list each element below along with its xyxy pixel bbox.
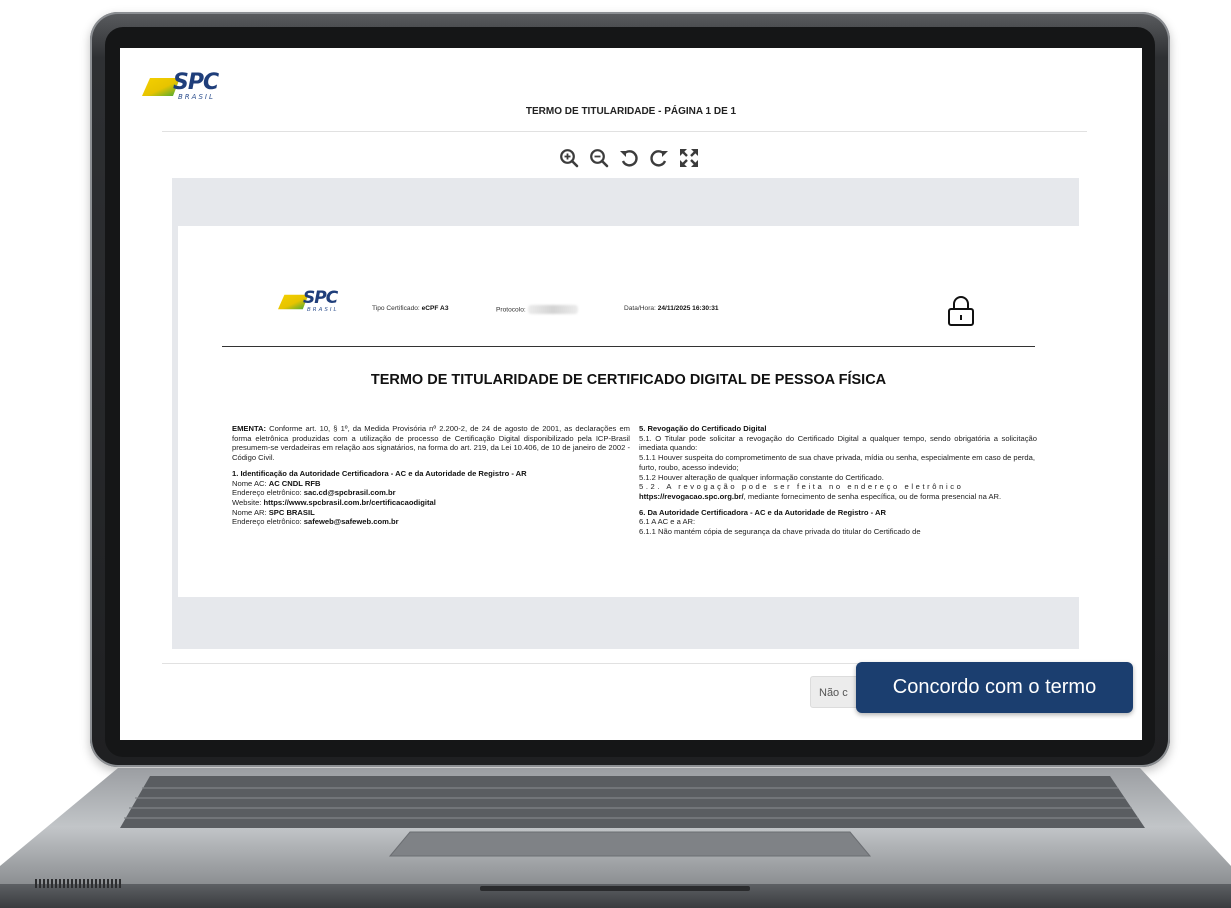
protocol-label: Protocolo: (496, 306, 526, 314)
page-title: TERMO DE TITULARIDADE - PÁGINA 1 DE 1 (525, 106, 737, 117)
section-6-1: 6.1 A AC e a AR: (639, 517, 696, 527)
section-5-2: 5.2. A revogação pode ser feita no ender… (639, 482, 1002, 501)
section-5-1: 5.1. O Titular pode solicitar a revogaçã… (639, 433, 1037, 453)
datetime-label: Data/Hora: (624, 305, 658, 312)
zoom-out-icon[interactable] (586, 145, 612, 171)
protocol-value-redacted (527, 305, 578, 314)
accept-terms-button[interactable]: Concordo com o termo (856, 662, 1133, 713)
document-title: TERMO DE TITULARIDADE DE CERTIFICADO DIG… (370, 372, 887, 388)
section-1-title: 1. Identificação da Autoridade Certifica… (232, 468, 527, 478)
fullscreen-icon[interactable] (676, 145, 702, 171)
document-left-column: EMENTA: Conforme art. 10, § 1º, da Medid… (232, 424, 630, 527)
zoom-in-icon[interactable] (556, 145, 582, 171)
email-ac: Endereço eletrônico: sac.cd@spcbrasil.co… (232, 488, 396, 498)
datetime: Data/Hora: 24/11/2025 16:30:31 (624, 305, 719, 312)
laptop-screen: SPC BRASIL TERMO DE TITULARIDADE - PÁGIN… (120, 48, 1142, 740)
document-header-divider (222, 346, 1035, 347)
document-logo-brasil-text: BRASIL (307, 307, 339, 313)
certificate-type-label: Tipo Certificado: (372, 305, 422, 312)
ementa-text: Conforme art. 10, § 1º, da Medida Provis… (232, 424, 630, 463)
revogacao-link[interactable]: https://revogacao.spc.org.br/ (639, 492, 744, 501)
logo-brasil-text: BRASIL (178, 93, 215, 101)
viewer-toolbar (556, 145, 702, 171)
viewer-background-bottom (172, 597, 1079, 649)
document-right-column: 5. Revogação do Certificado Digital 5.1.… (639, 424, 1037, 537)
lock-icon (948, 296, 974, 326)
ementa-label: EMENTA: (232, 424, 267, 433)
certificate-type-value: eCPF A3 (421, 305, 449, 312)
datetime-value: 24/11/2025 16:30:31 (657, 305, 719, 312)
document-page[interactable]: SPC BRASIL Tipo Certificado: eCPF A3 Pro… (178, 226, 1079, 597)
rotate-right-icon[interactable] (646, 145, 672, 171)
ementa-paragraph: EMENTA: Conforme art. 10, § 1º, da Medid… (232, 424, 630, 463)
certificate-type: Tipo Certificado: eCPF A3 (372, 305, 448, 312)
section-6-title: 6. Da Autoridade Certificadora - AC e da… (639, 507, 886, 517)
section-5-1-1: 5.1.1 Houver suspeita do comprometimento… (639, 453, 1035, 472)
email-ar: Endereço eletrônico: safeweb@safeweb.com… (232, 517, 399, 527)
document-logo-spc-text: SPC (303, 288, 338, 308)
nome-ac: Nome AC: AC CNDL RFB (232, 478, 321, 488)
section-6-1-1: 6.1.1 Não mantém cópia de segurança da c… (639, 527, 921, 537)
website: Website: https://www.spcbrasil.com.br/ce… (232, 497, 436, 507)
viewer-background-top (172, 178, 1079, 226)
section-5-title: 5. Revogação do Certificado Digital (639, 424, 767, 433)
logo-spc-text: SPC (173, 70, 219, 95)
nome-ar: Nome AR: SPC BRASIL (232, 507, 315, 517)
document-logo: SPC BRASIL (278, 288, 348, 323)
rotate-left-icon[interactable] (616, 145, 642, 171)
laptop-base (0, 768, 1231, 908)
protocol: Protocolo: (496, 305, 578, 314)
section-5-1-2: 5.1.2 Houver alteração de qualquer infor… (639, 472, 884, 482)
header-divider (162, 131, 1087, 132)
